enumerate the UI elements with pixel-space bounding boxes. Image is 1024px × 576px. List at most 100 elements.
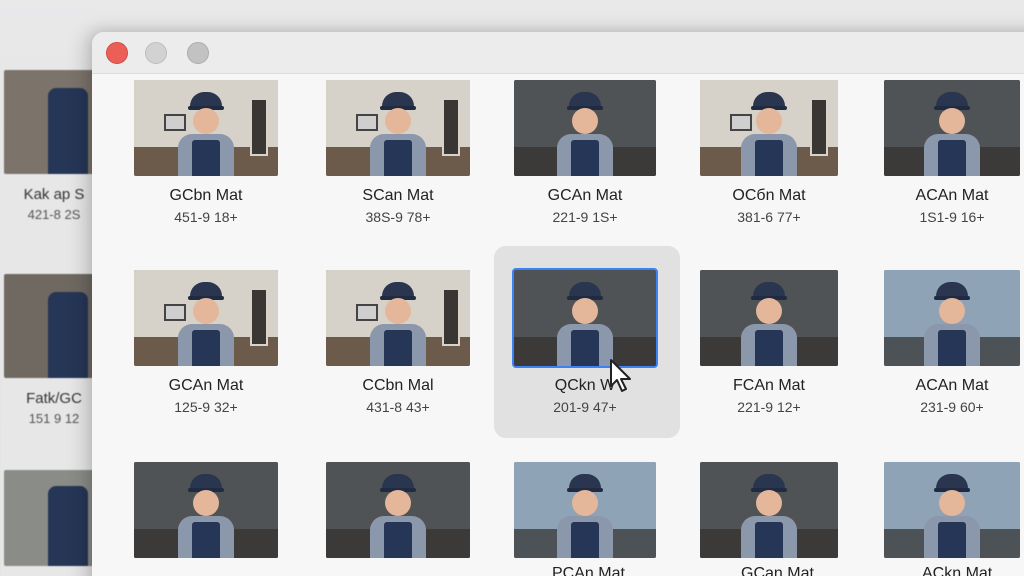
photo-meta: 431-8 43+ — [366, 399, 430, 415]
photo-grid-item[interactable]: CCbn Mal 431-8 43+ — [326, 270, 470, 415]
figure-face — [385, 489, 411, 516]
figure-face — [756, 489, 782, 516]
door — [250, 288, 268, 346]
figure-face — [939, 297, 965, 324]
figure-face — [756, 297, 782, 324]
bg-item-meta: 421-8 2S — [27, 207, 81, 222]
person-figure — [174, 472, 238, 558]
photo-thumbnail[interactable] — [700, 270, 838, 366]
person-figure — [174, 280, 238, 366]
photo-meta: 125-9 32+ — [174, 399, 238, 415]
person-figure — [920, 472, 984, 558]
figure-overall — [384, 329, 412, 366]
door — [810, 98, 828, 156]
photo-thumbnail[interactable] — [326, 80, 470, 176]
photo-grid-item[interactable] — [884, 462, 1020, 558]
figure-face — [572, 297, 598, 324]
photo-grid-item[interactable]: FCAn Mat 221-9 12+ — [700, 270, 838, 415]
door — [442, 288, 460, 346]
person-figure — [737, 280, 801, 366]
figure-overall — [192, 139, 220, 176]
figure-overall — [384, 139, 412, 176]
bg-item-name: Fatk/GC — [26, 390, 82, 407]
door — [442, 98, 460, 156]
photo-grid-item[interactable]: ACAn Mat 1S1-9 16+ — [884, 80, 1020, 225]
photo-meta: 221-9 12+ — [737, 399, 801, 415]
person-figure — [553, 472, 617, 558]
photo-thumbnail[interactable] — [514, 80, 656, 176]
photo-thumbnail[interactable] — [700, 462, 838, 558]
photo-name: GCAn Mat — [168, 377, 244, 394]
figure-overall — [938, 329, 966, 366]
figure-overall — [192, 329, 220, 366]
mouse-pointer-icon — [610, 359, 631, 392]
photo-thumbnail[interactable] — [884, 80, 1020, 176]
bottom-label: GCan Mat — [741, 565, 814, 576]
photo-thumbnail[interactable] — [884, 462, 1020, 558]
figure-face — [572, 489, 598, 516]
photo-thumbnail[interactable] — [134, 462, 278, 558]
photos-window: GCbn Mat 451-9 18+ SCan Mat 38S-9 78+ GCAn M… — [92, 32, 1024, 576]
photo-name: FCAn Mat — [732, 377, 805, 394]
person-figure — [366, 472, 430, 558]
photo-thumbnail[interactable] — [134, 270, 278, 366]
person-figure — [553, 90, 617, 176]
photo-thumbnail[interactable] — [326, 462, 470, 558]
photo-name: ACAn Mat — [915, 187, 989, 204]
figure-overall — [755, 139, 783, 176]
photo-grid-item[interactable]: OCбn Mat 381-6 77+ — [700, 80, 838, 225]
bg-grid-item[interactable]: Kak ap S 421-8 2S — [4, 70, 104, 222]
photo-name: GCAn Mat — [547, 187, 623, 204]
photo-meta: 201-9 47+ — [553, 399, 617, 415]
bg-thumbnail — [4, 70, 96, 174]
photo-meta: 451-9 18+ — [174, 209, 238, 225]
photo-meta: 231-9 60+ — [920, 399, 984, 415]
bg-thumbnail — [4, 470, 96, 566]
photo-thumbnail[interactable] — [884, 270, 1020, 366]
photo-name: CCbn Mal — [362, 377, 434, 394]
figure-face — [193, 489, 219, 516]
photo-name: GCbn Mat — [169, 187, 243, 204]
minimize-button[interactable] — [145, 42, 167, 64]
photo-grid: GCbn Mat 451-9 18+ SCan Mat 38S-9 78+ GCAn M… — [92, 74, 1024, 576]
photo-grid-item[interactable]: ACAn Mat 231-9 60+ — [884, 270, 1020, 415]
photo-thumbnail[interactable] — [134, 80, 278, 176]
photo-thumbnail[interactable] — [326, 270, 470, 366]
photo-thumbnail[interactable] — [514, 462, 656, 558]
photo-grid-item[interactable] — [700, 462, 838, 558]
bottom-label: PCAn Mat — [552, 565, 625, 576]
person-figure — [174, 90, 238, 176]
figure-face — [193, 107, 219, 134]
bg-grid-item[interactable]: Fatk/GC 151 9 12 — [4, 274, 104, 426]
door — [250, 98, 268, 156]
figure-face — [385, 297, 411, 324]
photo-grid-item[interactable]: SCan Mat 38S-9 78+ — [326, 80, 470, 225]
person-figure — [366, 280, 430, 366]
figure-overall — [192, 521, 220, 558]
figure-overall — [755, 329, 783, 366]
photo-thumbnail[interactable] — [512, 268, 658, 368]
figure-overall — [384, 521, 412, 558]
photo-grid-item[interactable]: GCAn Mat 125-9 32+ — [134, 270, 278, 415]
photo-grid-item[interactable] — [326, 462, 470, 558]
maximize-button[interactable] — [187, 42, 209, 64]
photo-grid-item[interactable] — [134, 462, 278, 558]
photo-meta: 38S-9 78+ — [365, 209, 431, 225]
photo-thumbnail[interactable] — [700, 80, 838, 176]
title-bar[interactable] — [92, 32, 1024, 74]
photo-meta: 381-6 77+ — [737, 209, 801, 225]
photo-name: ACAn Mat — [915, 377, 989, 394]
bg-grid-item[interactable] — [4, 470, 104, 566]
figure-overall — [571, 521, 599, 558]
figure-face — [939, 107, 965, 134]
photo-grid-item[interactable] — [514, 462, 656, 558]
photo-grid-item[interactable]: GCAn Mat 221-9 1S+ — [514, 80, 656, 225]
figure-overall — [755, 521, 783, 558]
close-button[interactable] — [106, 42, 128, 64]
figure-overall — [571, 329, 599, 366]
person-figure — [920, 280, 984, 366]
person-figure — [553, 280, 617, 366]
bg-item-meta: 151 9 12 — [28, 411, 80, 426]
photo-grid-item[interactable]: GCbn Mat 451-9 18+ — [134, 80, 278, 225]
photo-name: SCan Mat — [362, 187, 434, 204]
